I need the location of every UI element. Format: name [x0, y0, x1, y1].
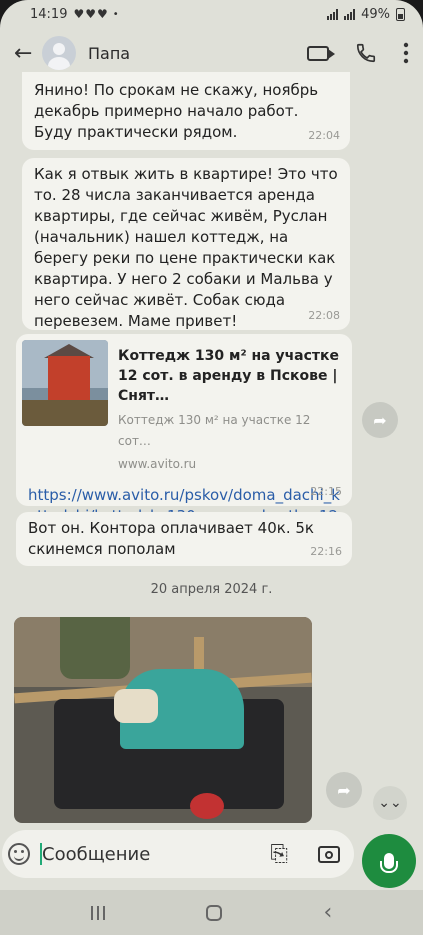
- attach-icon[interactable]: ⎘: [270, 842, 288, 867]
- battery-percent: 49%: [361, 6, 390, 22]
- battery-icon: [396, 7, 405, 21]
- share-icon[interactable]: ➦: [326, 772, 362, 808]
- back-arrow-icon[interactable]: ←: [14, 41, 40, 66]
- link-preview-subtitle: Коттедж 130 м² на участке 12 сот…: [118, 413, 311, 448]
- link-preview-card[interactable]: Коттедж 130 м² на участке 12 сот. в арен…: [16, 334, 352, 475]
- link-preview-host: www.avito.ru: [118, 457, 197, 471]
- system-nav-bar: ‹: [0, 890, 423, 935]
- contact-name[interactable]: Папа: [88, 44, 130, 63]
- home-icon[interactable]: [206, 904, 223, 921]
- message-time: 22:16: [310, 545, 342, 558]
- link-preview-thumbnail: [22, 340, 108, 426]
- video-call-icon[interactable]: [307, 45, 335, 61]
- message-time: 22:04: [308, 129, 340, 142]
- link-preview-info: Коттедж 130 м² на участке 12 сот. в арен…: [108, 340, 346, 475]
- header-actions: [307, 42, 409, 64]
- message-bubble[interactable]: Вот он. Контора оплачивает 40к. 5к скине…: [16, 512, 352, 566]
- signal-bars-icon: [344, 8, 356, 20]
- status-right: 49%: [327, 7, 405, 22]
- avatar[interactable]: [42, 36, 76, 70]
- scroll-down-icon[interactable]: ⌄⌄: [373, 786, 407, 820]
- nav-back-icon[interactable]: ‹: [323, 900, 332, 925]
- mic-icon: [380, 853, 398, 873]
- sim-signal-icon: [327, 8, 339, 20]
- date-separator: 20 апреля 2024 г.: [150, 582, 273, 597]
- message-text: Вот он. Контора оплачивает 40к. 5к скине…: [28, 519, 314, 558]
- message-input[interactable]: [42, 843, 232, 865]
- notification-dot-icon: •: [112, 8, 119, 20]
- message-bubble[interactable]: Янино! По срокам не скажу, ноябрь декабр…: [22, 72, 350, 150]
- status-time: 14:19: [30, 6, 68, 22]
- messaging-screen: 14:19 ♥♥♥ • 49% ← Папа Янино! По срокам …: [0, 0, 423, 935]
- message-time: 22:15: [310, 485, 342, 498]
- message-text: Как я отвык жить в квартире! Это что то.…: [34, 165, 338, 330]
- status-bar: 14:19 ♥♥♥ • 49%: [0, 0, 423, 28]
- message-bubble[interactable]: Как я отвык жить в квартире! Это что то.…: [22, 158, 350, 330]
- phone-icon[interactable]: [355, 42, 377, 64]
- more-vert-icon[interactable]: [403, 42, 409, 64]
- composer-bar: ⎘: [0, 822, 423, 886]
- message-text: Янино! По срокам не скажу, ноябрь декабр…: [34, 81, 319, 141]
- conversation-header: ← Папа: [0, 28, 423, 78]
- camera-icon[interactable]: [318, 845, 340, 863]
- link-message-bubble[interactable]: Коттедж 130 м² на участке 12 сот. в арен…: [16, 334, 352, 546]
- heart-notification-icons: ♥♥♥: [73, 7, 109, 21]
- message-time: 22:08: [308, 309, 340, 322]
- emoji-icon[interactable]: [8, 843, 30, 865]
- photo-message[interactable]: [14, 617, 312, 823]
- recent-apps-icon[interactable]: [90, 905, 105, 920]
- mic-button[interactable]: [362, 834, 416, 888]
- link-preview-title: Коттедж 130 м² на участке 12 сот. в арен…: [118, 348, 340, 404]
- composer-pill: ⎘: [2, 830, 354, 878]
- share-icon[interactable]: ➦: [362, 402, 398, 438]
